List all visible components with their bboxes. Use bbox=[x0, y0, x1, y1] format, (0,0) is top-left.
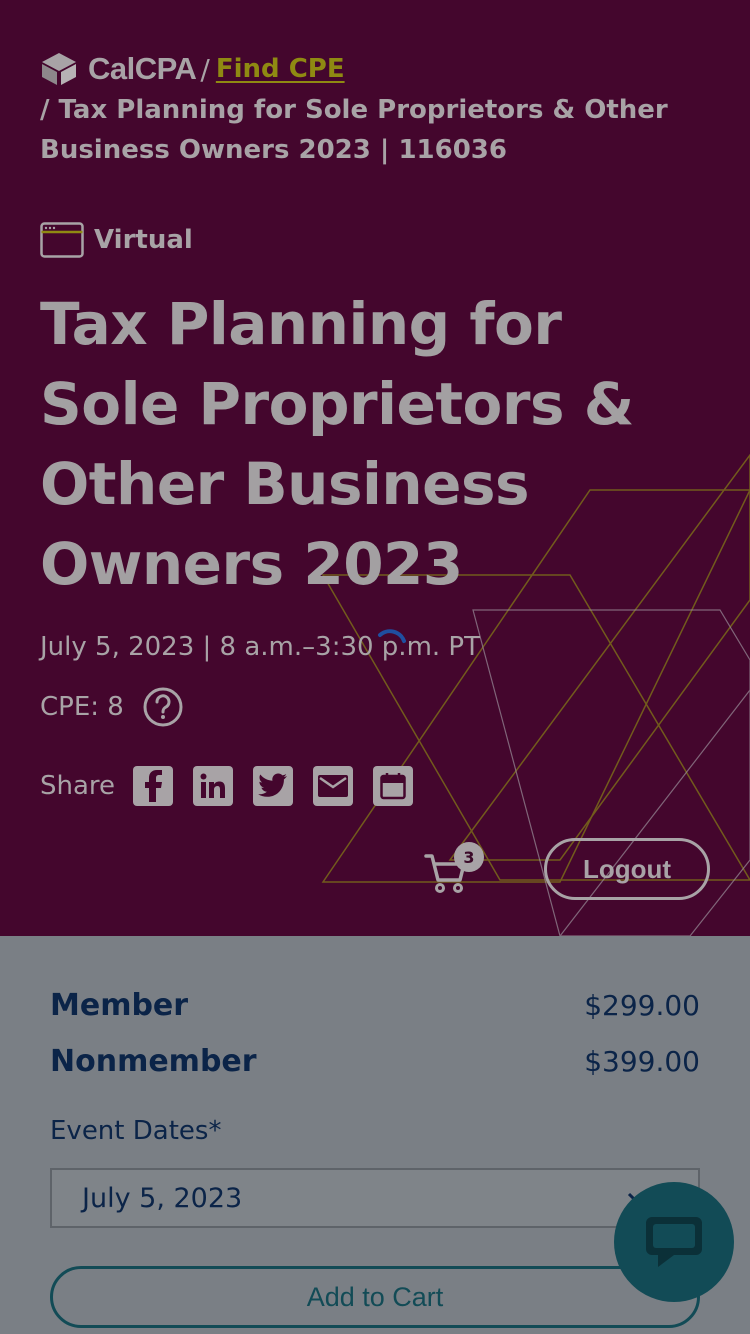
event-hero: CalCPA / Find CPE / Tax Planning for Sol… bbox=[0, 0, 750, 936]
share-twitter-button[interactable] bbox=[253, 766, 294, 806]
chat-button[interactable] bbox=[614, 1182, 734, 1302]
logout-button[interactable]: Logout bbox=[544, 838, 710, 900]
breadcrumb-link-find-cpe[interactable]: Find CPE bbox=[216, 54, 345, 84]
add-to-cart-button[interactable]: Add to Cart bbox=[50, 1266, 700, 1328]
cart-count-badge: 3 bbox=[454, 842, 484, 872]
facebook-icon bbox=[145, 770, 163, 802]
breadcrumb: CalCPA / Find CPE / Tax Planning for Sol… bbox=[40, 50, 720, 170]
add-to-calendar-button[interactable] bbox=[373, 766, 414, 806]
event-date-select[interactable]: July 5, 2023 bbox=[50, 1168, 700, 1228]
loading-spinner-icon bbox=[378, 629, 406, 643]
linkedin-icon bbox=[200, 773, 226, 798]
help-icon[interactable] bbox=[142, 686, 184, 728]
price-value: $299.00 bbox=[584, 989, 700, 1022]
price-value: $399.00 bbox=[584, 1045, 700, 1078]
brand-name: CalCPA bbox=[88, 51, 197, 86]
event-format: Virtual bbox=[40, 222, 193, 258]
selected-date: July 5, 2023 bbox=[82, 1182, 243, 1214]
calendar-icon bbox=[380, 773, 406, 800]
breadcrumb-separator: / bbox=[200, 52, 210, 86]
event-datetime: July 5, 2023 | 8 a.m.–3:30 p.m. PT bbox=[40, 632, 480, 662]
share-label: Share bbox=[40, 771, 116, 801]
cube-logo-icon bbox=[42, 53, 76, 85]
event-dates-label: Event Dates* bbox=[50, 1116, 222, 1146]
share-email-button[interactable] bbox=[313, 766, 354, 806]
breadcrumb-current: / Tax Planning for Sole Proprietors & Ot… bbox=[40, 95, 668, 165]
cpe-credits: CPE: 8 bbox=[40, 686, 184, 728]
share-facebook-button[interactable] bbox=[133, 766, 174, 806]
share-linkedin-button[interactable] bbox=[193, 766, 234, 806]
browser-window-icon bbox=[40, 222, 84, 258]
price-label: Member bbox=[50, 988, 189, 1023]
cpe-label: CPE: 8 bbox=[40, 692, 124, 722]
price-row-member: Member $299.00 bbox=[50, 988, 700, 1023]
price-label: Nonmember bbox=[50, 1044, 257, 1079]
event-title: Tax Planning for Sole Proprietors & Othe… bbox=[40, 290, 634, 598]
share-bar: Share bbox=[40, 766, 433, 806]
twitter-icon bbox=[258, 773, 288, 797]
format-label: Virtual bbox=[94, 225, 193, 255]
price-row-nonmember: Nonmember $399.00 bbox=[50, 1044, 700, 1079]
cart-button[interactable]: 3 bbox=[424, 842, 486, 893]
chat-bubble-icon bbox=[646, 1217, 702, 1267]
email-icon bbox=[318, 775, 349, 797]
calcpa-logo[interactable]: CalCPA bbox=[40, 51, 197, 87]
